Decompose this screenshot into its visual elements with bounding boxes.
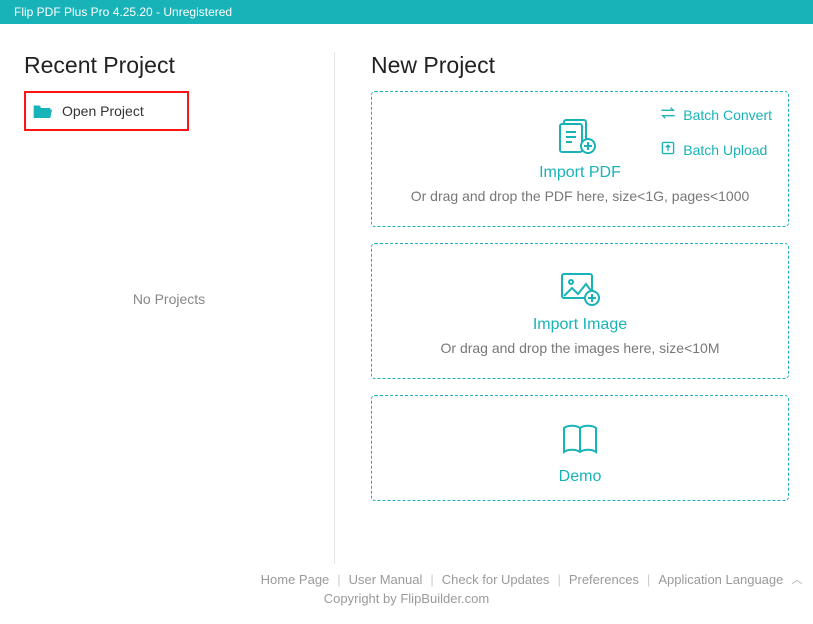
footer: Home Page | User Manual | Check for Upda… — [0, 571, 813, 606]
batch-convert-button[interactable]: Batch Convert — [658, 102, 774, 127]
titlebar-text: Flip PDF Plus Pro 4.25.20 - Unregistered — [14, 5, 232, 19]
footer-home-link[interactable]: Home Page — [261, 572, 330, 587]
new-project-panel: New Project Batch Convert Batch Upload — [334, 52, 789, 564]
batch-group: Batch Convert Batch Upload — [658, 102, 774, 162]
import-image-sub: Or drag and drop the images here, size<1… — [390, 340, 770, 356]
pdf-add-icon — [558, 116, 602, 156]
swap-icon — [660, 106, 676, 123]
image-add-icon — [558, 268, 602, 308]
footer-links: Home Page | User Manual | Check for Upda… — [0, 571, 813, 587]
import-image-card[interactable]: Import Image Or drag and drop the images… — [371, 243, 789, 379]
recent-project-heading: Recent Project — [24, 52, 314, 79]
demo-title: Demo — [390, 468, 770, 486]
divider: | — [337, 572, 340, 587]
titlebar: Flip PDF Plus Pro 4.25.20 - Unregistered — [0, 0, 813, 24]
batch-upload-label: Batch Upload — [683, 142, 767, 158]
footer-updates-link[interactable]: Check for Updates — [442, 572, 550, 587]
footer-prefs-link[interactable]: Preferences — [569, 572, 639, 587]
import-pdf-title: Import PDF — [390, 164, 770, 182]
main-content: Recent Project Open Project No Projects … — [0, 24, 813, 564]
batch-upload-button[interactable]: Batch Upload — [658, 137, 774, 162]
footer-copyright: Copyright by FlipBuilder.com — [0, 591, 813, 606]
folder-open-icon — [32, 103, 52, 119]
chevron-up-icon: ︿ — [791, 571, 802, 587]
open-project-label: Open Project — [62, 103, 144, 119]
footer-lang-link[interactable]: Application Language — [658, 572, 783, 587]
import-image-title: Import Image — [390, 316, 770, 334]
demo-card[interactable]: Demo — [371, 395, 789, 501]
footer-manual-link[interactable]: User Manual — [349, 572, 423, 587]
no-projects-text: No Projects — [24, 291, 314, 307]
divider: | — [557, 572, 560, 587]
open-project-button[interactable]: Open Project — [24, 91, 189, 131]
upload-icon — [660, 141, 676, 158]
recent-project-panel: Recent Project Open Project No Projects — [24, 52, 334, 564]
divider: | — [430, 572, 433, 587]
new-project-heading: New Project — [371, 52, 789, 79]
import-pdf-sub: Or drag and drop the PDF here, size<1G, … — [390, 188, 770, 204]
book-icon — [558, 420, 602, 460]
divider: | — [647, 572, 650, 587]
batch-convert-label: Batch Convert — [683, 107, 772, 123]
import-pdf-card[interactable]: Batch Convert Batch Upload I — [371, 91, 789, 227]
